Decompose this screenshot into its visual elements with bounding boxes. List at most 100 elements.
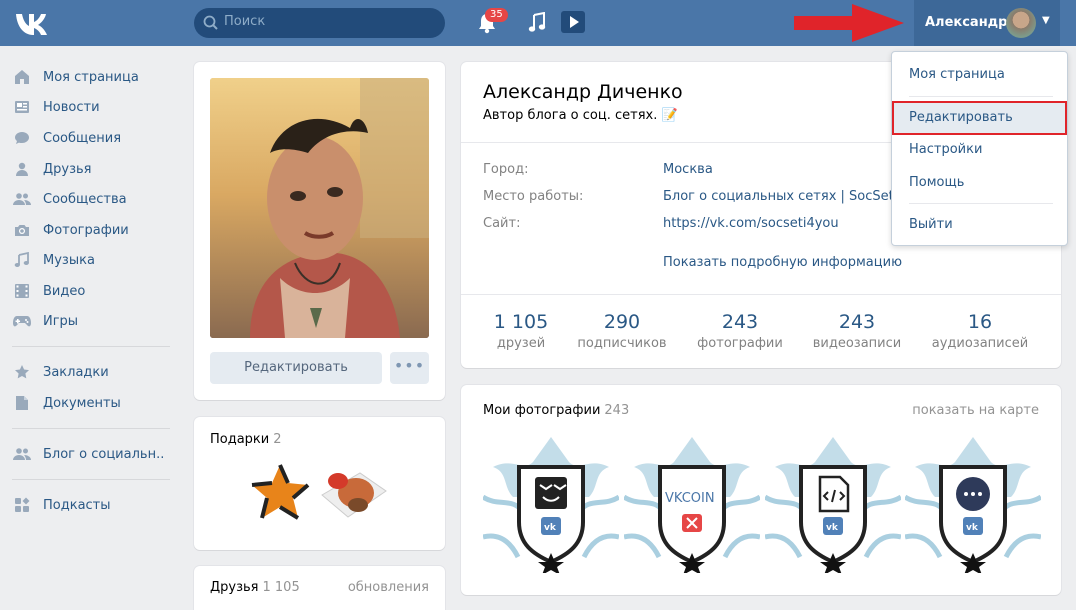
camera-icon <box>12 220 32 240</box>
counter-number: 16 <box>967 311 993 333</box>
counter-audios[interactable]: 16 аудиозаписей <box>924 311 1036 351</box>
gifts-title: Подарки <box>210 432 270 447</box>
chat-bubble-icon: vk <box>905 437 1041 573</box>
sidebar-item-label: Документы <box>43 395 121 411</box>
friends-card: Друзья 1 105 обновления <box>194 566 445 610</box>
edit-profile-button[interactable]: Редактировать <box>210 352 382 384</box>
red-arrow-annotation <box>794 4 904 42</box>
search-placeholder: Поиск <box>224 14 266 29</box>
menu-item-help[interactable]: Помощь <box>892 167 1067 199</box>
video-icon <box>12 281 32 301</box>
top-header: Поиск 35 Александр ▼ <box>0 0 1076 46</box>
counter-videos[interactable]: 243 видеозаписи <box>801 311 913 351</box>
menu-item-edit[interactable]: Редактировать <box>892 102 1067 134</box>
counter-friends[interactable]: 1 105 друзей <box>465 311 577 351</box>
search-input[interactable]: Поиск <box>194 8 445 38</box>
chevron-down-icon: ▼ <box>1042 15 1050 26</box>
info-label-work: Место работы: <box>483 189 584 204</box>
info-value-work[interactable]: Блог о социальных сетях | SocSeti4You <box>663 189 928 204</box>
music-icon[interactable] <box>528 12 546 34</box>
info-value-site[interactable]: https://vk.com/socseti4you <box>663 216 839 231</box>
star-icon <box>12 362 32 382</box>
friends-updates-link[interactable]: обновления <box>348 580 429 595</box>
counter-caption: видеозаписи <box>812 336 902 351</box>
gifts-header[interactable]: Подарки 2 <box>210 432 282 447</box>
sidebar-item-groups[interactable]: Сообщества <box>12 186 127 212</box>
gifts-count: 2 <box>273 432 282 447</box>
sidebar-item-label: Новости <box>43 99 100 115</box>
document-icon <box>12 393 32 413</box>
groups-icon <box>12 189 32 209</box>
sidebar-item-label: Друзья <box>43 161 92 177</box>
play-icon[interactable] <box>561 11 585 33</box>
friends-icon <box>12 159 32 179</box>
sidebar-item-label: Видео <box>43 283 86 299</box>
sidebar-divider <box>12 479 170 480</box>
counter-photos[interactable]: 243 фотографии <box>684 311 796 351</box>
menu-divider <box>909 96 1053 97</box>
sidebar-item-documents[interactable]: Документы <box>12 390 121 416</box>
info-label-city: Город: <box>483 162 529 177</box>
user-dropdown-menu: Моя страница Редактировать Настройки Пом… <box>891 51 1068 246</box>
counter-caption: фотографии <box>697 336 783 351</box>
sidebar-item-label: Сообщества <box>43 191 127 207</box>
my-photos-card: Мои фотографии 243 показать на карте vk V… <box>461 385 1061 595</box>
more-options-button[interactable]: ••• <box>390 352 429 384</box>
sidebar-item-my-page[interactable]: Моя страница <box>12 64 139 90</box>
counter-caption: подписчиков <box>577 336 667 351</box>
anonymous-mask-icon: vk <box>483 437 619 573</box>
svg-text:vk: vk <box>966 523 979 533</box>
sidebar-item-podcasts[interactable]: Подкасты <box>12 492 111 518</box>
sidebar-item-games[interactable]: Игры <box>12 308 78 334</box>
sidebar-item-messages[interactable]: Сообщения <box>12 125 121 151</box>
photo-thumbnail[interactable]: vk <box>905 437 1041 573</box>
photo-thumbnail[interactable]: VKCOIN <box>624 437 760 573</box>
music-icon <box>12 250 32 270</box>
messages-icon <box>12 128 32 148</box>
sidebar-item-friends[interactable]: Друзья <box>12 156 92 182</box>
friends-header[interactable]: Друзья 1 105 <box>210 580 300 595</box>
svg-text:vk: vk <box>544 523 557 533</box>
photos-header[interactable]: Мои фотографии 243 <box>483 403 629 418</box>
counter-number: 243 <box>721 311 759 333</box>
chocolate-gift-icon[interactable] <box>318 465 390 527</box>
home-icon <box>12 67 32 87</box>
photo-thumbnail[interactable]: vk <box>483 437 619 573</box>
show-on-map-link[interactable]: показать на карте <box>912 403 1039 418</box>
counter-followers[interactable]: 290 подписчиков <box>566 311 678 351</box>
profile-status[interactable]: Автор блога о соц. сетях. 📝 <box>483 108 678 123</box>
friends-count: 1 105 <box>262 580 300 595</box>
sidebar-item-photos[interactable]: Фотографии <box>12 217 129 243</box>
friends-title: Друзья <box>210 580 259 595</box>
menu-item-logout[interactable]: Выйти <box>892 209 1067 241</box>
sidebar-item-label: Игры <box>43 313 79 329</box>
profile-photo[interactable] <box>210 78 429 338</box>
photos-count: 243 <box>604 403 630 418</box>
avatar <box>1006 8 1036 38</box>
sidebar-item-music[interactable]: Музыка <box>12 247 95 273</box>
info-value-city[interactable]: Москва <box>663 162 713 177</box>
sidebar-item-video[interactable]: Видео <box>12 278 85 304</box>
sidebar-divider <box>12 428 170 429</box>
gamepad-icon <box>12 311 32 331</box>
menu-item-my-page[interactable]: Моя страница <box>892 59 1067 91</box>
show-more-info-link[interactable]: Показать подробную информацию <box>663 255 902 270</box>
ribbon-star-gift-icon[interactable] <box>250 463 310 527</box>
profile-photo-image <box>210 78 429 338</box>
counter-caption: друзей <box>496 336 546 351</box>
counter-number: 290 <box>603 311 641 333</box>
info-label-site: Сайт: <box>483 216 521 231</box>
sidebar-item-label: Подкасты <box>43 497 111 513</box>
photos-title: Мои фотографии <box>483 403 601 418</box>
notifications-badge: 35 <box>485 8 508 22</box>
menu-item-settings[interactable]: Настройки <box>892 134 1067 166</box>
sidebar-item-label: Сообщения <box>43 130 122 146</box>
sidebar-item-bookmarks[interactable]: Закладки <box>12 359 109 385</box>
sidebar-item-news[interactable]: Новости <box>12 94 100 120</box>
vk-logo-icon[interactable] <box>14 11 50 35</box>
photo-thumbnail[interactable]: vk <box>765 437 901 573</box>
sidebar-item-blog-group[interactable]: Блог о социальн.. <box>12 441 164 467</box>
sidebar-item-label: Блог о социальн.. <box>43 446 165 462</box>
user-menu-button[interactable]: Александр ▼ <box>914 0 1060 46</box>
user-name: Александр <box>925 15 1008 30</box>
